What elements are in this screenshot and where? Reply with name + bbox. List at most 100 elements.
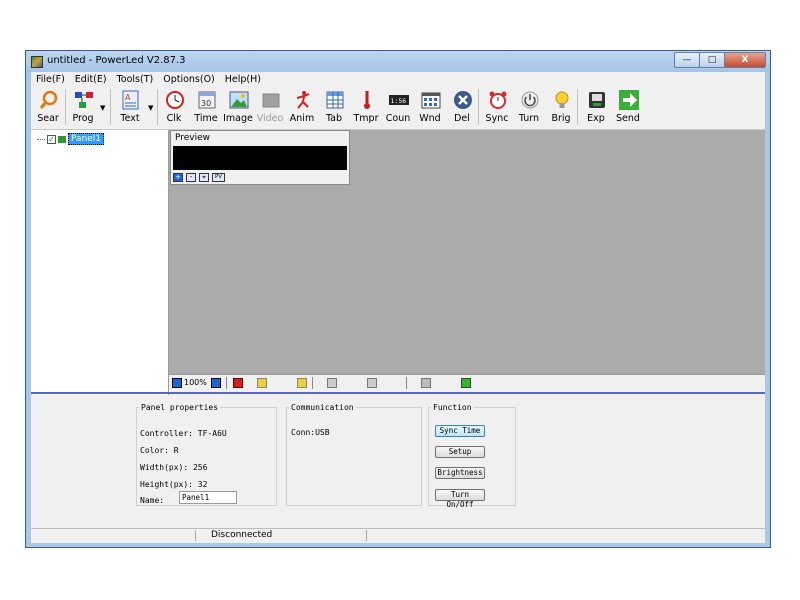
connection-text: Conn:USB <box>291 428 330 437</box>
setup-button[interactable]: Setup <box>435 446 485 458</box>
animation-icon <box>296 91 310 109</box>
counter-button[interactable]: 1:56 Coun <box>383 87 413 127</box>
app-window: untitled - PowerLed V2.87.3 — □ X File(F… <box>25 50 771 548</box>
menu-help[interactable]: Help(H) <box>220 74 266 85</box>
color-text: Color: R <box>140 446 179 455</box>
forward-icon[interactable] <box>297 378 307 388</box>
alarm-clock-icon <box>489 91 507 109</box>
zoom-in-icon[interactable] <box>172 378 182 388</box>
panel-properties-group: Panel properties Controller: TF-A6U Colo… <box>136 403 277 506</box>
function-group: Function Sync Time Setup Brightness Turn… <box>428 403 516 509</box>
play-icon[interactable] <box>233 378 243 388</box>
video-icon <box>262 93 280 108</box>
rewind-icon[interactable] <box>257 378 267 388</box>
menu-file[interactable]: File(F) <box>31 74 70 85</box>
controller-text: Controller: TF-A6U <box>140 429 227 438</box>
distribute-icon[interactable] <box>421 378 431 388</box>
svg-text:1:56: 1:56 <box>391 97 407 105</box>
turn-button[interactable]: Turn <box>514 87 544 127</box>
delete-button[interactable]: Del <box>447 87 477 127</box>
app-logo-icon <box>31 56 43 68</box>
panel-name-input[interactable] <box>179 491 237 504</box>
program-button[interactable]: Prog <box>68 87 98 127</box>
zoom-out-icon[interactable] <box>211 378 221 388</box>
clock-button[interactable]: Clk <box>159 87 189 127</box>
menu-bar: File(F) Edit(E) Tools(T) Options(O) Help… <box>31 72 765 86</box>
function-legend: Function <box>433 403 472 412</box>
preview-zoom-out-button[interactable]: - <box>186 173 196 182</box>
turn-on-off-button[interactable]: Turn On/Off <box>435 489 485 509</box>
table-button[interactable]: Tab <box>319 87 349 127</box>
bulb-icon <box>555 91 569 108</box>
accent-divider <box>31 392 765 394</box>
align-horizontal-icon[interactable] <box>327 378 337 388</box>
animation-button[interactable]: Anim <box>287 87 317 127</box>
menu-tools[interactable]: Tools(T) <box>112 74 159 85</box>
panel-properties-legend: Panel properties <box>141 403 219 412</box>
minimize-button[interactable]: — <box>674 52 700 68</box>
text-dropdown-icon[interactable]: ▼ <box>148 104 153 112</box>
time-button[interactable]: 30 Time <box>191 87 221 127</box>
height-text: Height(px): 32 <box>140 480 208 489</box>
communication-legend: Communication <box>291 403 354 412</box>
tree-item-panel[interactable]: ✓ Panel1 <box>37 133 105 145</box>
program-icon <box>75 92 93 108</box>
send-button[interactable]: Send <box>613 87 643 127</box>
window-title: untitled - PowerLed V2.87.3 <box>47 55 186 66</box>
menu-edit[interactable]: Edit(E) <box>70 74 112 85</box>
power-icon <box>521 91 539 109</box>
client-area: File(F) Edit(E) Tools(T) Options(O) Help… <box>31 72 765 543</box>
brightness-setting-button[interactable]: Brightness <box>435 467 485 479</box>
table-icon <box>326 91 344 109</box>
svg-text:30: 30 <box>201 99 211 108</box>
preview-zoom-in-button[interactable]: + <box>173 173 183 182</box>
window-button[interactable]: Wnd <box>415 87 445 127</box>
text-button[interactable]: A Text <box>115 87 145 127</box>
export-icon <box>589 92 605 108</box>
maximize-button[interactable]: □ <box>699 52 725 68</box>
search-icon <box>39 90 58 109</box>
preview-pv-button[interactable]: PV <box>212 173 225 182</box>
toolbar: Sear Prog ▼ A Text ▼ Clk 30 Time Image V… <box>31 87 765 130</box>
panel-checkbox[interactable]: ✓ <box>47 134 56 144</box>
svg-text:A: A <box>125 93 131 102</box>
preview-fit-button[interactable]: ⌖ <box>199 173 209 182</box>
delete-icon <box>454 91 472 109</box>
sync-time-button[interactable]: Sync Time <box>435 425 485 437</box>
name-label: Name: <box>140 496 165 505</box>
zoom-level: 100% <box>184 378 207 387</box>
sync-button[interactable]: Sync <box>482 87 512 127</box>
tree-item-label[interactable]: Panel1 <box>68 133 105 145</box>
work-area[interactable]: Preview + - ⌖ PV <box>169 130 765 374</box>
image-icon <box>229 91 249 109</box>
preview-title: Preview <box>175 133 211 143</box>
preview-screen <box>173 146 347 170</box>
status-bar: Disconnected <box>31 528 765 543</box>
program-dropdown-icon[interactable]: ▼ <box>100 104 105 112</box>
brightness-button[interactable]: Brig <box>546 87 576 127</box>
program-tree[interactable]: ✓ Panel1 <box>31 130 169 395</box>
align-vertical-icon[interactable] <box>367 378 377 388</box>
center-icon[interactable] <box>461 378 471 388</box>
search-button[interactable]: Sear <box>33 87 63 127</box>
menu-options[interactable]: Options(O) <box>158 74 220 85</box>
temperature-button[interactable]: Tmpr <box>351 87 381 127</box>
window-icon <box>421 92 441 109</box>
properties-panel: Panel properties Controller: TF-A6U Colo… <box>31 395 765 528</box>
width-text: Width(px): 256 <box>140 463 208 472</box>
clock-icon <box>166 91 184 109</box>
work-area-toolbar: 100% <box>169 374 765 391</box>
calendar-icon: 30 <box>198 91 216 109</box>
title-bar[interactable]: untitled - PowerLed V2.87.3 — □ X <box>26 51 770 72</box>
communication-group: Communication Conn:USB <box>286 403 422 506</box>
text-icon: A <box>122 90 139 110</box>
connection-status: Disconnected <box>211 530 273 540</box>
close-button[interactable]: X <box>724 52 766 68</box>
send-arrow-icon <box>619 90 639 110</box>
counter-icon: 1:56 <box>389 95 409 105</box>
thermometer-icon <box>364 91 370 109</box>
preview-window[interactable]: Preview + - ⌖ PV <box>170 130 350 185</box>
image-button[interactable]: Image <box>223 87 253 127</box>
export-button[interactable]: Exp <box>581 87 611 127</box>
video-button: Video <box>255 87 285 127</box>
